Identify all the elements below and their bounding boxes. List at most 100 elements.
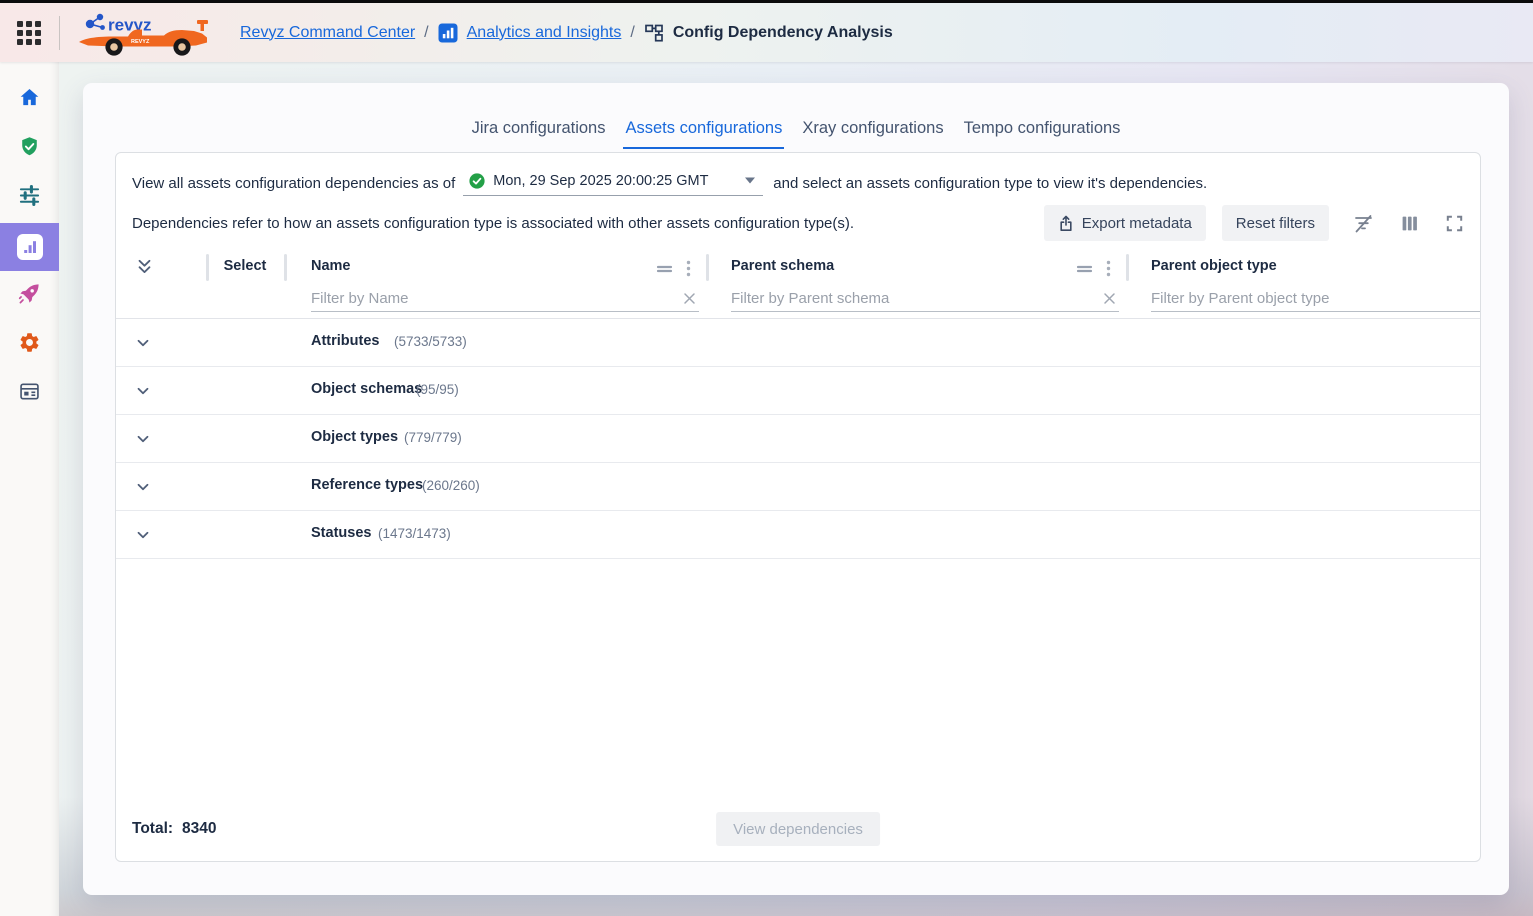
- total-count: Total: 8340: [132, 820, 217, 838]
- row-label: Object types: [311, 429, 398, 445]
- caret-down-icon: [745, 177, 755, 184]
- parent-schema-column-controls: [1076, 260, 1111, 277]
- revyz-racecar-logo-icon: revyz REVYZ: [76, 9, 214, 57]
- export-metadata-label: Export metadata: [1082, 215, 1192, 232]
- total-value: 8340: [182, 820, 216, 837]
- sidebar-item-configurations[interactable]: [0, 174, 59, 222]
- column-view-icon[interactable]: [1398, 212, 1421, 235]
- check-circle-icon: [469, 173, 485, 189]
- column-separator: [706, 254, 709, 281]
- dependencies-description: Dependencies refer to how an assets conf…: [132, 215, 854, 232]
- panel-footer: Total: 8340 View dependencies: [132, 811, 1464, 847]
- shield-check-icon: [18, 135, 41, 163]
- tab-jira-configurations[interactable]: Jira configurations: [470, 113, 608, 149]
- chevron-down-icon[interactable]: [135, 431, 151, 447]
- row-label: Attributes: [311, 333, 379, 349]
- chevron-down-icon[interactable]: [135, 335, 151, 351]
- column-header-parent-object-type: Parent object type: [1151, 258, 1277, 274]
- sidebar-item-reports[interactable]: [0, 370, 59, 418]
- view-dependencies-button[interactable]: View dependencies: [716, 812, 880, 846]
- reset-filters-label: Reset filters: [1236, 215, 1315, 232]
- total-label: Total:: [132, 820, 173, 837]
- parent-object-type-filter: [1151, 286, 1480, 312]
- table-actions: Export metadata Reset filters: [1044, 205, 1466, 241]
- home-icon: [18, 86, 41, 114]
- column-drag-icon[interactable]: [1076, 263, 1093, 275]
- table-row-statuses[interactable]: Statuses (1473/1473): [116, 511, 1480, 559]
- column-drag-icon[interactable]: [656, 263, 673, 275]
- table-row-attributes[interactable]: Attributes (5733/5733): [116, 319, 1480, 367]
- name-column-controls: [656, 260, 691, 277]
- logo-wordmark: revyz: [108, 15, 151, 34]
- tab-xray-configurations[interactable]: Xray configurations: [800, 113, 945, 149]
- column-menu-icon[interactable]: [1106, 260, 1111, 277]
- as-of-row: View all assets configuration dependenci…: [132, 167, 1470, 199]
- topbar-divider: [59, 16, 60, 50]
- sidebar-item-analytics[interactable]: [0, 223, 59, 271]
- sliders-icon: [18, 184, 41, 212]
- table-body: Attributes (5733/5733) Object schemas (9…: [116, 319, 1480, 559]
- description-row: Dependencies refer to how an assets conf…: [132, 204, 1466, 242]
- configuration-tabs: Jira configurations Assets configuration…: [83, 113, 1509, 149]
- parent-schema-filter: [731, 286, 1119, 312]
- rocket-icon: [18, 282, 41, 310]
- fullscreen-icon[interactable]: [1443, 212, 1466, 235]
- breadcrumb: Revyz Command Center / Analytics and Ins…: [240, 23, 893, 43]
- row-label: Reference types: [311, 477, 423, 493]
- revyz-logo: revyz REVYZ: [76, 9, 214, 57]
- left-sidebar: [0, 62, 59, 916]
- clear-name-filter-icon[interactable]: [680, 291, 699, 306]
- row-count: (260/260): [422, 478, 480, 493]
- sidebar-item-home[interactable]: [0, 76, 59, 124]
- tab-assets-configurations[interactable]: Assets configurations: [623, 113, 784, 149]
- sidebar-item-launch[interactable]: [0, 272, 59, 320]
- column-separator: [284, 254, 287, 281]
- export-icon: [1058, 215, 1074, 232]
- column-header-select: Select: [206, 258, 284, 274]
- column-menu-icon[interactable]: [686, 260, 691, 277]
- dependencies-panel: View all assets configuration dependenci…: [115, 152, 1481, 862]
- chevron-down-icon[interactable]: [135, 383, 151, 399]
- reset-filters-button[interactable]: Reset filters: [1222, 205, 1329, 241]
- table-header: Select Name Parent schema Parent object …: [116, 249, 1480, 319]
- table-row-reference-types[interactable]: Reference types (260/260): [116, 463, 1480, 511]
- breadcrumb-separator: /: [424, 24, 428, 42]
- clear-parent-schema-filter-icon[interactable]: [1100, 291, 1119, 306]
- bar-chart-icon: [17, 234, 43, 260]
- expand-all-icon[interactable]: [135, 257, 154, 276]
- config-dependency-card: Jira configurations Assets configuration…: [83, 83, 1509, 895]
- main-content-area: Jira configurations Assets configuration…: [59, 62, 1533, 916]
- column-header-parent-schema: Parent schema: [731, 258, 834, 274]
- tab-tempo-configurations[interactable]: Tempo configurations: [962, 113, 1123, 149]
- app-window: revyz REVYZ Revyz Command Center / Analy…: [0, 0, 1533, 916]
- column-separator: [1126, 254, 1129, 281]
- sidebar-item-settings[interactable]: [0, 321, 59, 369]
- chevron-down-icon[interactable]: [135, 479, 151, 495]
- parent-schema-filter-input[interactable]: [731, 290, 1100, 307]
- table-row-object-schemas[interactable]: Object schemas (95/95): [116, 367, 1480, 415]
- breadcrumb-current-page: Config Dependency Analysis: [673, 24, 893, 42]
- row-count: (779/779): [404, 430, 462, 445]
- column-header-name: Name: [311, 258, 351, 274]
- row-count: (1473/1473): [378, 526, 451, 541]
- as-of-prefix-text: View all assets configuration dependenci…: [132, 175, 455, 192]
- journal-icon: [18, 380, 41, 408]
- table-row-object-types[interactable]: Object types (779/779): [116, 415, 1480, 463]
- app-switcher-icon[interactable]: [17, 21, 41, 45]
- sidebar-item-security[interactable]: [0, 125, 59, 173]
- breadcrumb-link-analytics-insights[interactable]: Analytics and Insights: [467, 24, 622, 42]
- logo-car-text: REVYZ: [131, 39, 150, 45]
- snapshot-date-select[interactable]: Mon, 29 Sep 2025 20:00:25 GMT: [463, 171, 763, 196]
- breadcrumb-link-command-center[interactable]: Revyz Command Center: [240, 24, 415, 42]
- clear-filters-icon[interactable]: [1351, 211, 1376, 236]
- breadcrumb-separator: /: [630, 24, 634, 42]
- snapshot-date-value: Mon, 29 Sep 2025 20:00:25 GMT: [493, 173, 708, 189]
- name-filter-input[interactable]: [311, 290, 680, 307]
- chevron-down-icon[interactable]: [135, 527, 151, 543]
- export-metadata-button[interactable]: Export metadata: [1044, 205, 1206, 241]
- name-filter: [311, 286, 699, 312]
- parent-object-type-filter-input[interactable]: [1151, 290, 1480, 307]
- analytics-icon: [438, 23, 458, 43]
- row-label: Statuses: [311, 525, 371, 541]
- as-of-suffix-text: and select an assets configuration type …: [773, 175, 1207, 192]
